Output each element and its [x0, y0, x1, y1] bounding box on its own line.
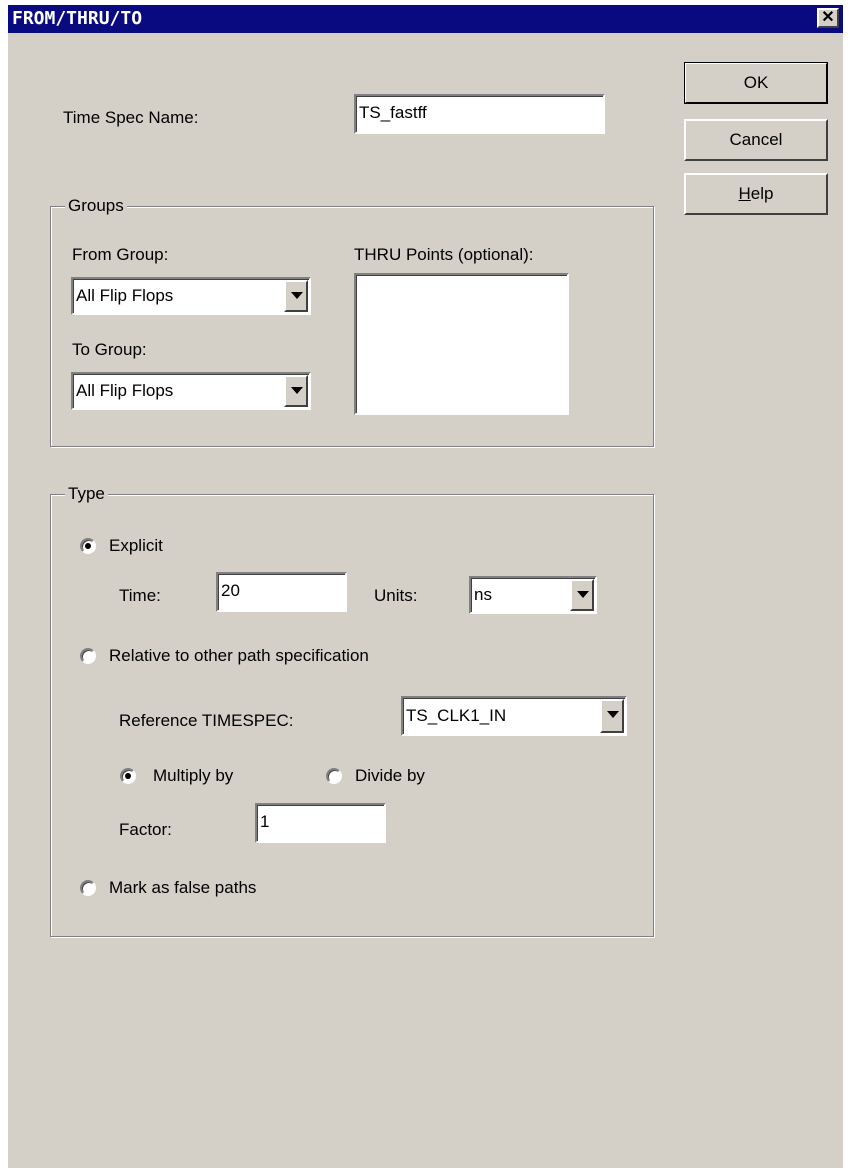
relative-radio[interactable] [80, 648, 96, 664]
units-value: ns [474, 585, 492, 604]
to-group-select[interactable]: All Flip Flops [71, 372, 311, 410]
window-title: FROM/THRU/TO [12, 8, 143, 29]
reference-timespec-label: Reference TIMESPEC: [119, 711, 294, 730]
chevron-down-icon[interactable] [570, 579, 594, 611]
relative-label[interactable]: Relative to other path specification [109, 646, 369, 666]
false-paths-radio[interactable] [80, 880, 96, 896]
groups-legend: Groups [65, 196, 127, 216]
reference-timespec-value: TS_CLK1_IN [406, 706, 507, 725]
factor-input[interactable]: 1 [255, 803, 386, 843]
from-group-value: All Flip Flops [76, 286, 174, 305]
timespec-name-label: Time Spec Name: [63, 108, 199, 127]
type-legend: Type [65, 484, 108, 504]
cancel-button[interactable]: Cancel [684, 119, 828, 161]
time-input[interactable]: 20 [216, 572, 347, 612]
reference-timespec-select[interactable]: TS_CLK1_IN [401, 696, 627, 736]
chevron-down-icon[interactable] [284, 280, 308, 312]
time-label: Time: [119, 586, 161, 605]
false-paths-label[interactable]: Mark as false paths [109, 878, 256, 898]
close-icon: ✕ [821, 9, 835, 26]
thru-points-list[interactable] [354, 273, 569, 415]
ok-button[interactable]: OK [684, 62, 828, 104]
divide-label[interactable]: Divide by [355, 766, 425, 786]
multiply-label[interactable]: Multiply by [153, 766, 233, 786]
help-button[interactable]: Help [684, 173, 828, 215]
to-group-label: To Group: [72, 340, 147, 359]
chevron-down-icon[interactable] [600, 699, 624, 733]
chevron-down-icon[interactable] [284, 375, 308, 407]
thru-points-label: THRU Points (optional): [354, 245, 534, 264]
help-mnemonic: H [738, 184, 751, 203]
explicit-label[interactable]: Explicit [109, 536, 163, 556]
explicit-radio[interactable] [80, 538, 96, 554]
factor-label: Factor: [119, 820, 172, 839]
title-bar[interactable]: FROM/THRU/TO ✕ [8, 5, 843, 33]
dialog-window: FROM/THRU/TO ✕ OK Cancel Help Time Spec … [8, 5, 843, 1168]
from-group-select[interactable]: All Flip Flops [71, 277, 311, 315]
from-group-label: From Group: [72, 245, 169, 264]
timespec-name-input[interactable]: TS_fastff [354, 94, 605, 134]
units-label: Units: [374, 586, 418, 605]
help-label: elp [750, 184, 774, 203]
divide-radio[interactable] [326, 768, 342, 784]
to-group-value: All Flip Flops [76, 381, 174, 400]
close-button[interactable]: ✕ [817, 8, 839, 28]
multiply-radio[interactable] [120, 768, 136, 784]
units-select[interactable]: ns [469, 576, 597, 614]
